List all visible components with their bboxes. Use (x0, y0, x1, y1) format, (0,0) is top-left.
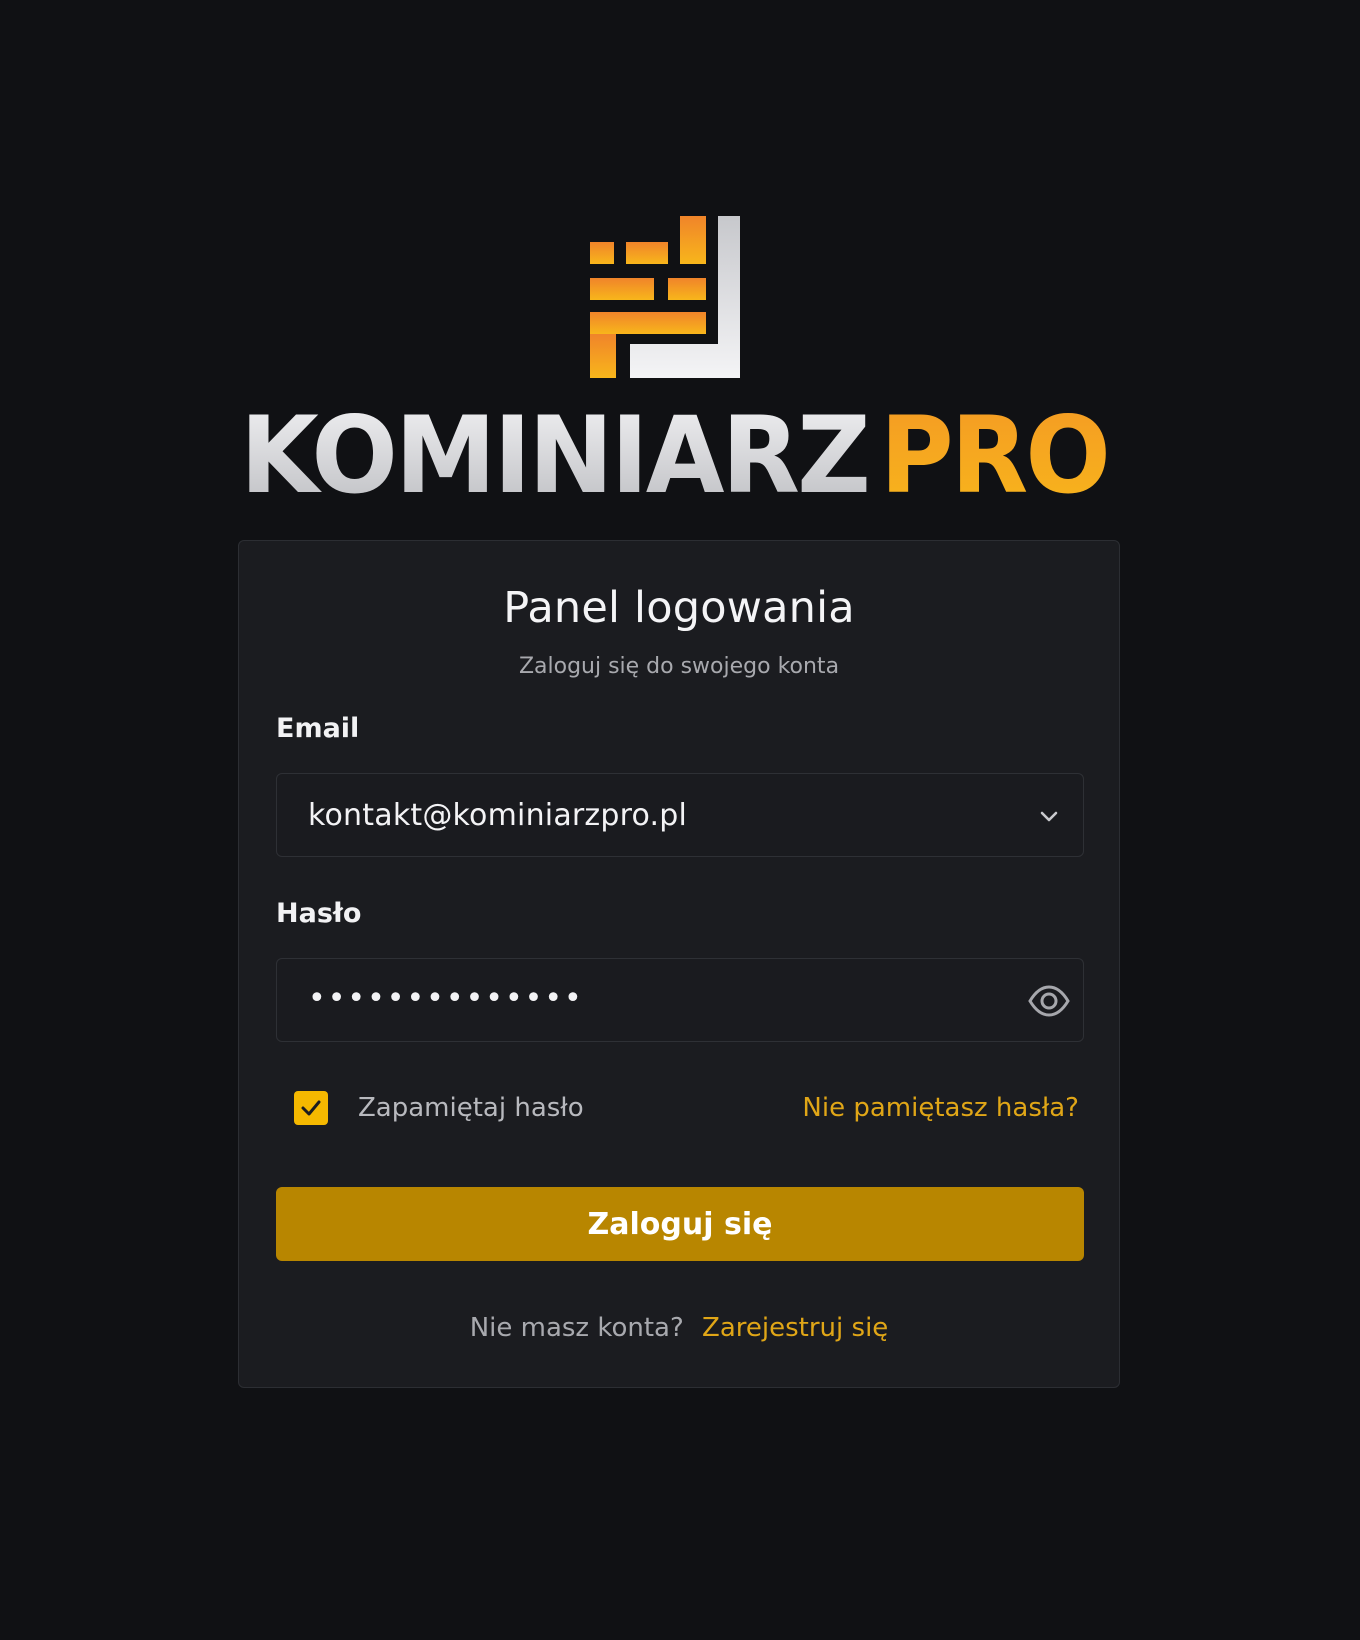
login-card: Panel logowania Zaloguj się do swojego k… (238, 540, 1120, 1388)
logo-mark (590, 216, 740, 378)
remember-row: Zapamiętaj hasło Nie pamiętasz hasła? (239, 1089, 1119, 1129)
remember-checkbox[interactable] (294, 1091, 328, 1125)
check-icon (301, 1100, 321, 1116)
password-field[interactable]: •••••••••••••• (276, 958, 1084, 1042)
eye-icon[interactable] (1027, 981, 1071, 1021)
logo-text-part2: PRO (880, 395, 1108, 505)
register-link[interactable]: Zarejestruj się (702, 1313, 888, 1343)
register-prompt: Nie masz konta? (469, 1313, 684, 1343)
logo-wordmark: KOMINIARZ PRO (240, 395, 1111, 505)
card-title: Panel logowania (503, 583, 855, 633)
forgot-password-link[interactable]: Nie pamiętasz hasła? (802, 1093, 1079, 1123)
card-subtitle: Zaloguj się do swojego konta (518, 654, 840, 679)
password-label: Hasło (276, 898, 362, 929)
logo-text-part1: KOMINIARZ (240, 395, 868, 505)
chevron-down-icon[interactable] (1035, 802, 1063, 830)
email-label: Email (276, 713, 360, 744)
email-value: kontakt@kominiarzpro.pl (308, 798, 688, 833)
remember-label[interactable]: Zapamiętaj hasło (358, 1093, 584, 1123)
login-page: KOMINIARZ PRO Panel logowania Zaloguj si… (0, 0, 1360, 1640)
login-button[interactable]: Zaloguj się (276, 1187, 1084, 1261)
password-value: •••••••••••••• (308, 981, 584, 1016)
email-field[interactable]: kontakt@kominiarzpro.pl (276, 773, 1084, 857)
register-row: Nie masz konta? Zarejestruj się (239, 1313, 1119, 1343)
